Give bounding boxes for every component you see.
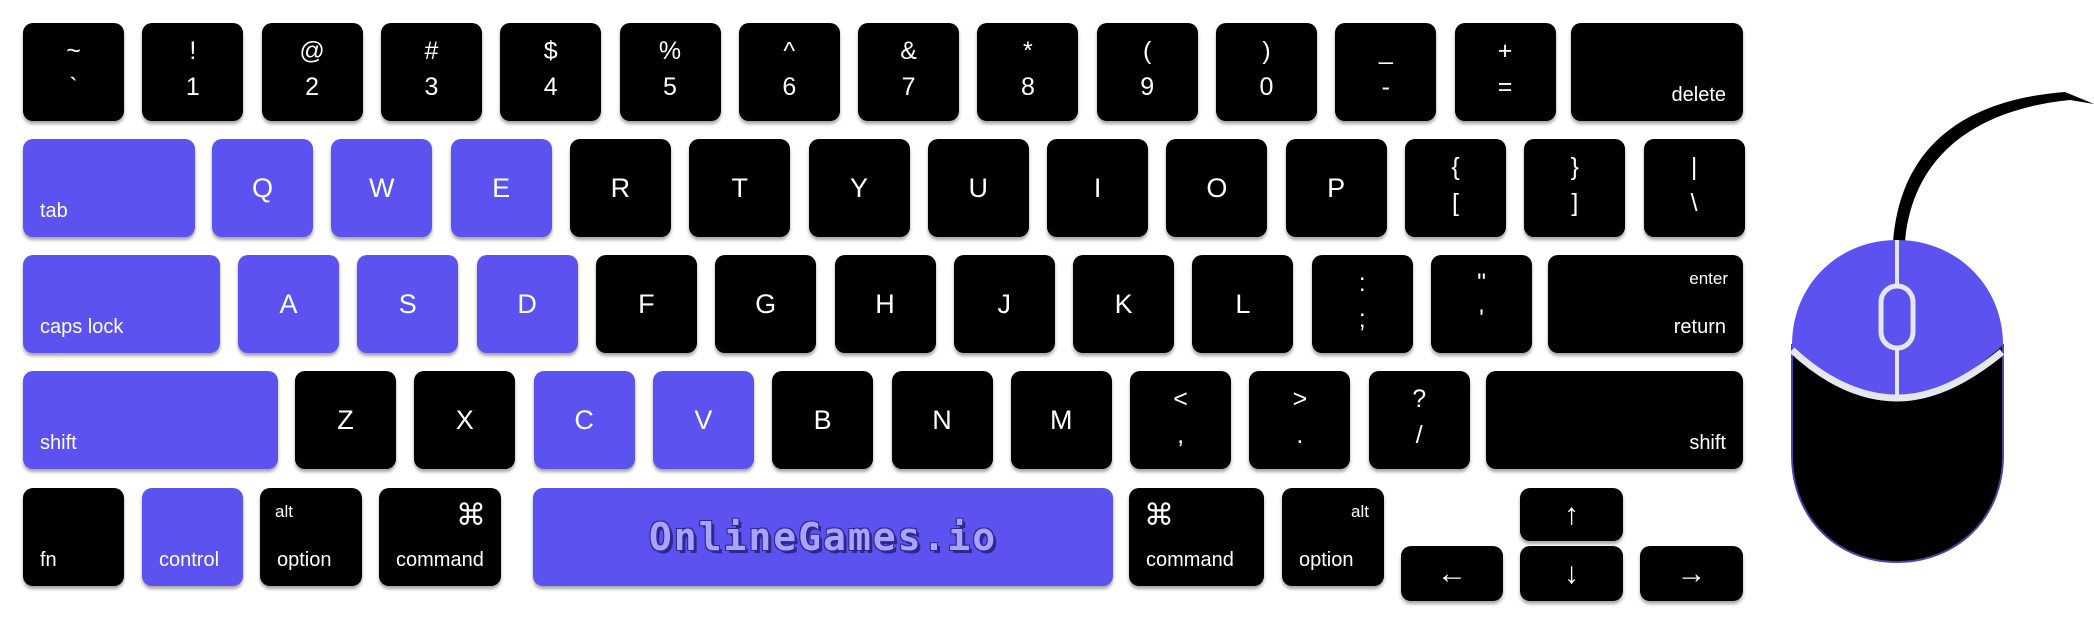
mouse-cable (1893, 92, 2094, 242)
mouse-scroll-wheel (1878, 283, 1916, 351)
mouse-icon (1789, 92, 2094, 564)
